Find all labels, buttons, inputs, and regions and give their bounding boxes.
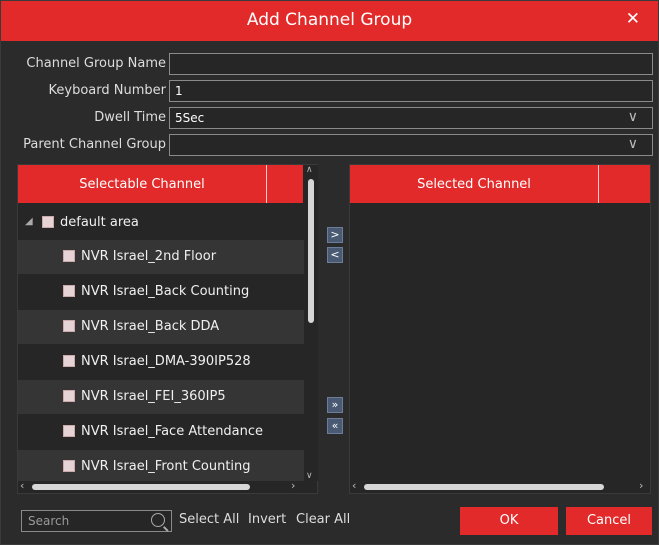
checkbox[interactable]	[63, 460, 75, 472]
channel-label: NVR Israel_Face Attendance	[81, 424, 264, 439]
channel-item[interactable]: NVR Israel_Back DDA	[18, 310, 305, 344]
add-all-button[interactable]: »	[327, 397, 343, 413]
checkbox[interactable]	[63, 355, 75, 367]
parent-group-row: Parent Channel Group ∨	[1, 134, 658, 156]
tree-root-label: default area	[60, 215, 139, 230]
scroll-left-icon[interactable]: ‹	[352, 479, 356, 492]
ok-button[interactable]: OK	[460, 507, 558, 535]
checkbox[interactable]	[63, 390, 75, 402]
selected-channel-title: Selected Channel	[417, 177, 531, 192]
selectable-channel-header: Selectable Channel	[18, 165, 303, 203]
channel-label: NVR Israel_Front Counting	[81, 459, 251, 474]
dwell-time-value: 5Sec	[175, 111, 205, 125]
selectable-channel-panel: Selectable Channel ◢ default area NVR Is…	[17, 164, 318, 494]
clear-all-link[interactable]: Clear All	[296, 512, 350, 527]
scroll-down-icon[interactable]: ∨	[306, 471, 313, 481]
scroll-thumb[interactable]	[308, 179, 314, 323]
right-horizontal-scrollbar[interactable]: ‹ ›	[350, 479, 650, 493]
chevron-down-icon: ∨	[627, 136, 638, 152]
dialog-title: Add Channel Group	[246, 10, 413, 30]
channel-item[interactable]: NVR Israel_DMA-390IP528	[18, 345, 305, 379]
channel-item[interactable]: NVR Israel_Back Counting	[18, 275, 305, 309]
search-input[interactable]: Search	[21, 510, 172, 532]
remove-all-button[interactable]: «	[327, 418, 343, 434]
checkbox[interactable]	[63, 320, 75, 332]
channel-item[interactable]: NVR Israel_Face Attendance	[18, 415, 305, 449]
header-divider	[266, 165, 267, 203]
cancel-button[interactable]: Cancel	[566, 507, 652, 535]
collapse-triangle-icon[interactable]: ◢	[25, 216, 33, 227]
select-all-link[interactable]: Select All	[179, 512, 239, 527]
tree-root-default-area[interactable]: ◢ default area	[18, 206, 305, 240]
add-selected-button[interactable]: >	[327, 227, 343, 243]
selected-channel-panel: Selected Channel ‹ ›	[349, 164, 651, 494]
group-name-label: Channel Group Name	[26, 56, 166, 71]
dwell-time-label: Dwell Time	[94, 110, 166, 125]
scroll-up-icon[interactable]: ∧	[306, 165, 313, 175]
channel-label: NVR Israel_2nd Floor	[81, 249, 217, 264]
close-icon[interactable]: ✕	[626, 9, 640, 29]
invert-link[interactable]: Invert	[248, 512, 286, 527]
scroll-left-icon[interactable]: ‹	[20, 479, 24, 492]
parent-group-select[interactable]: ∨	[169, 134, 653, 156]
checkbox[interactable]	[63, 285, 75, 297]
parent-group-label: Parent Channel Group	[23, 137, 166, 152]
dialog-titlebar: Add Channel Group ✕	[1, 1, 658, 41]
chevron-down-icon: ∨	[627, 109, 638, 125]
keyboard-number-row: Keyboard Number 1	[1, 80, 658, 102]
group-name-row: Channel Group Name	[1, 53, 658, 75]
selected-channel-header: Selected Channel	[350, 165, 650, 203]
dwell-time-row: Dwell Time 5Sec ∨	[1, 107, 658, 129]
search-placeholder: Search	[28, 514, 70, 528]
left-horizontal-scrollbar[interactable]: ‹ ›	[18, 479, 305, 493]
keyboard-number-label: Keyboard Number	[48, 83, 166, 98]
remove-selected-button[interactable]: <	[327, 247, 343, 263]
channel-item[interactable]: NVR Israel_2nd Floor	[18, 240, 305, 274]
channel-item[interactable]: NVR Israel_FEI_360IP5	[18, 380, 305, 414]
channel-label: NVR Israel_Back DDA	[81, 319, 220, 334]
keyboard-number-input[interactable]: 1	[169, 80, 653, 102]
checkbox[interactable]	[42, 216, 54, 228]
checkbox[interactable]	[63, 250, 75, 262]
channel-label: NVR Israel_Back Counting	[81, 284, 250, 299]
scroll-right-icon[interactable]: ›	[639, 479, 643, 492]
dwell-time-select[interactable]: 5Sec ∨	[169, 107, 653, 129]
channel-label: NVR Israel_DMA-390IP528	[81, 354, 251, 369]
checkbox[interactable]	[63, 425, 75, 437]
scroll-right-icon[interactable]: ›	[291, 479, 295, 492]
channel-item[interactable]: NVR Israel_Front Counting	[18, 450, 305, 484]
scroll-thumb[interactable]	[364, 484, 604, 490]
header-divider	[598, 165, 599, 203]
selectable-channel-title: Selectable Channel	[79, 177, 205, 192]
channel-label: NVR Israel_FEI_360IP5	[81, 389, 226, 404]
group-name-input[interactable]	[169, 53, 653, 75]
search-icon[interactable]	[151, 513, 165, 527]
add-channel-group-dialog: Add Channel Group ✕ Channel Group Name K…	[0, 0, 659, 545]
scroll-thumb[interactable]	[32, 484, 250, 490]
left-vertical-scrollbar[interactable]: ∧ ∨	[304, 165, 318, 481]
